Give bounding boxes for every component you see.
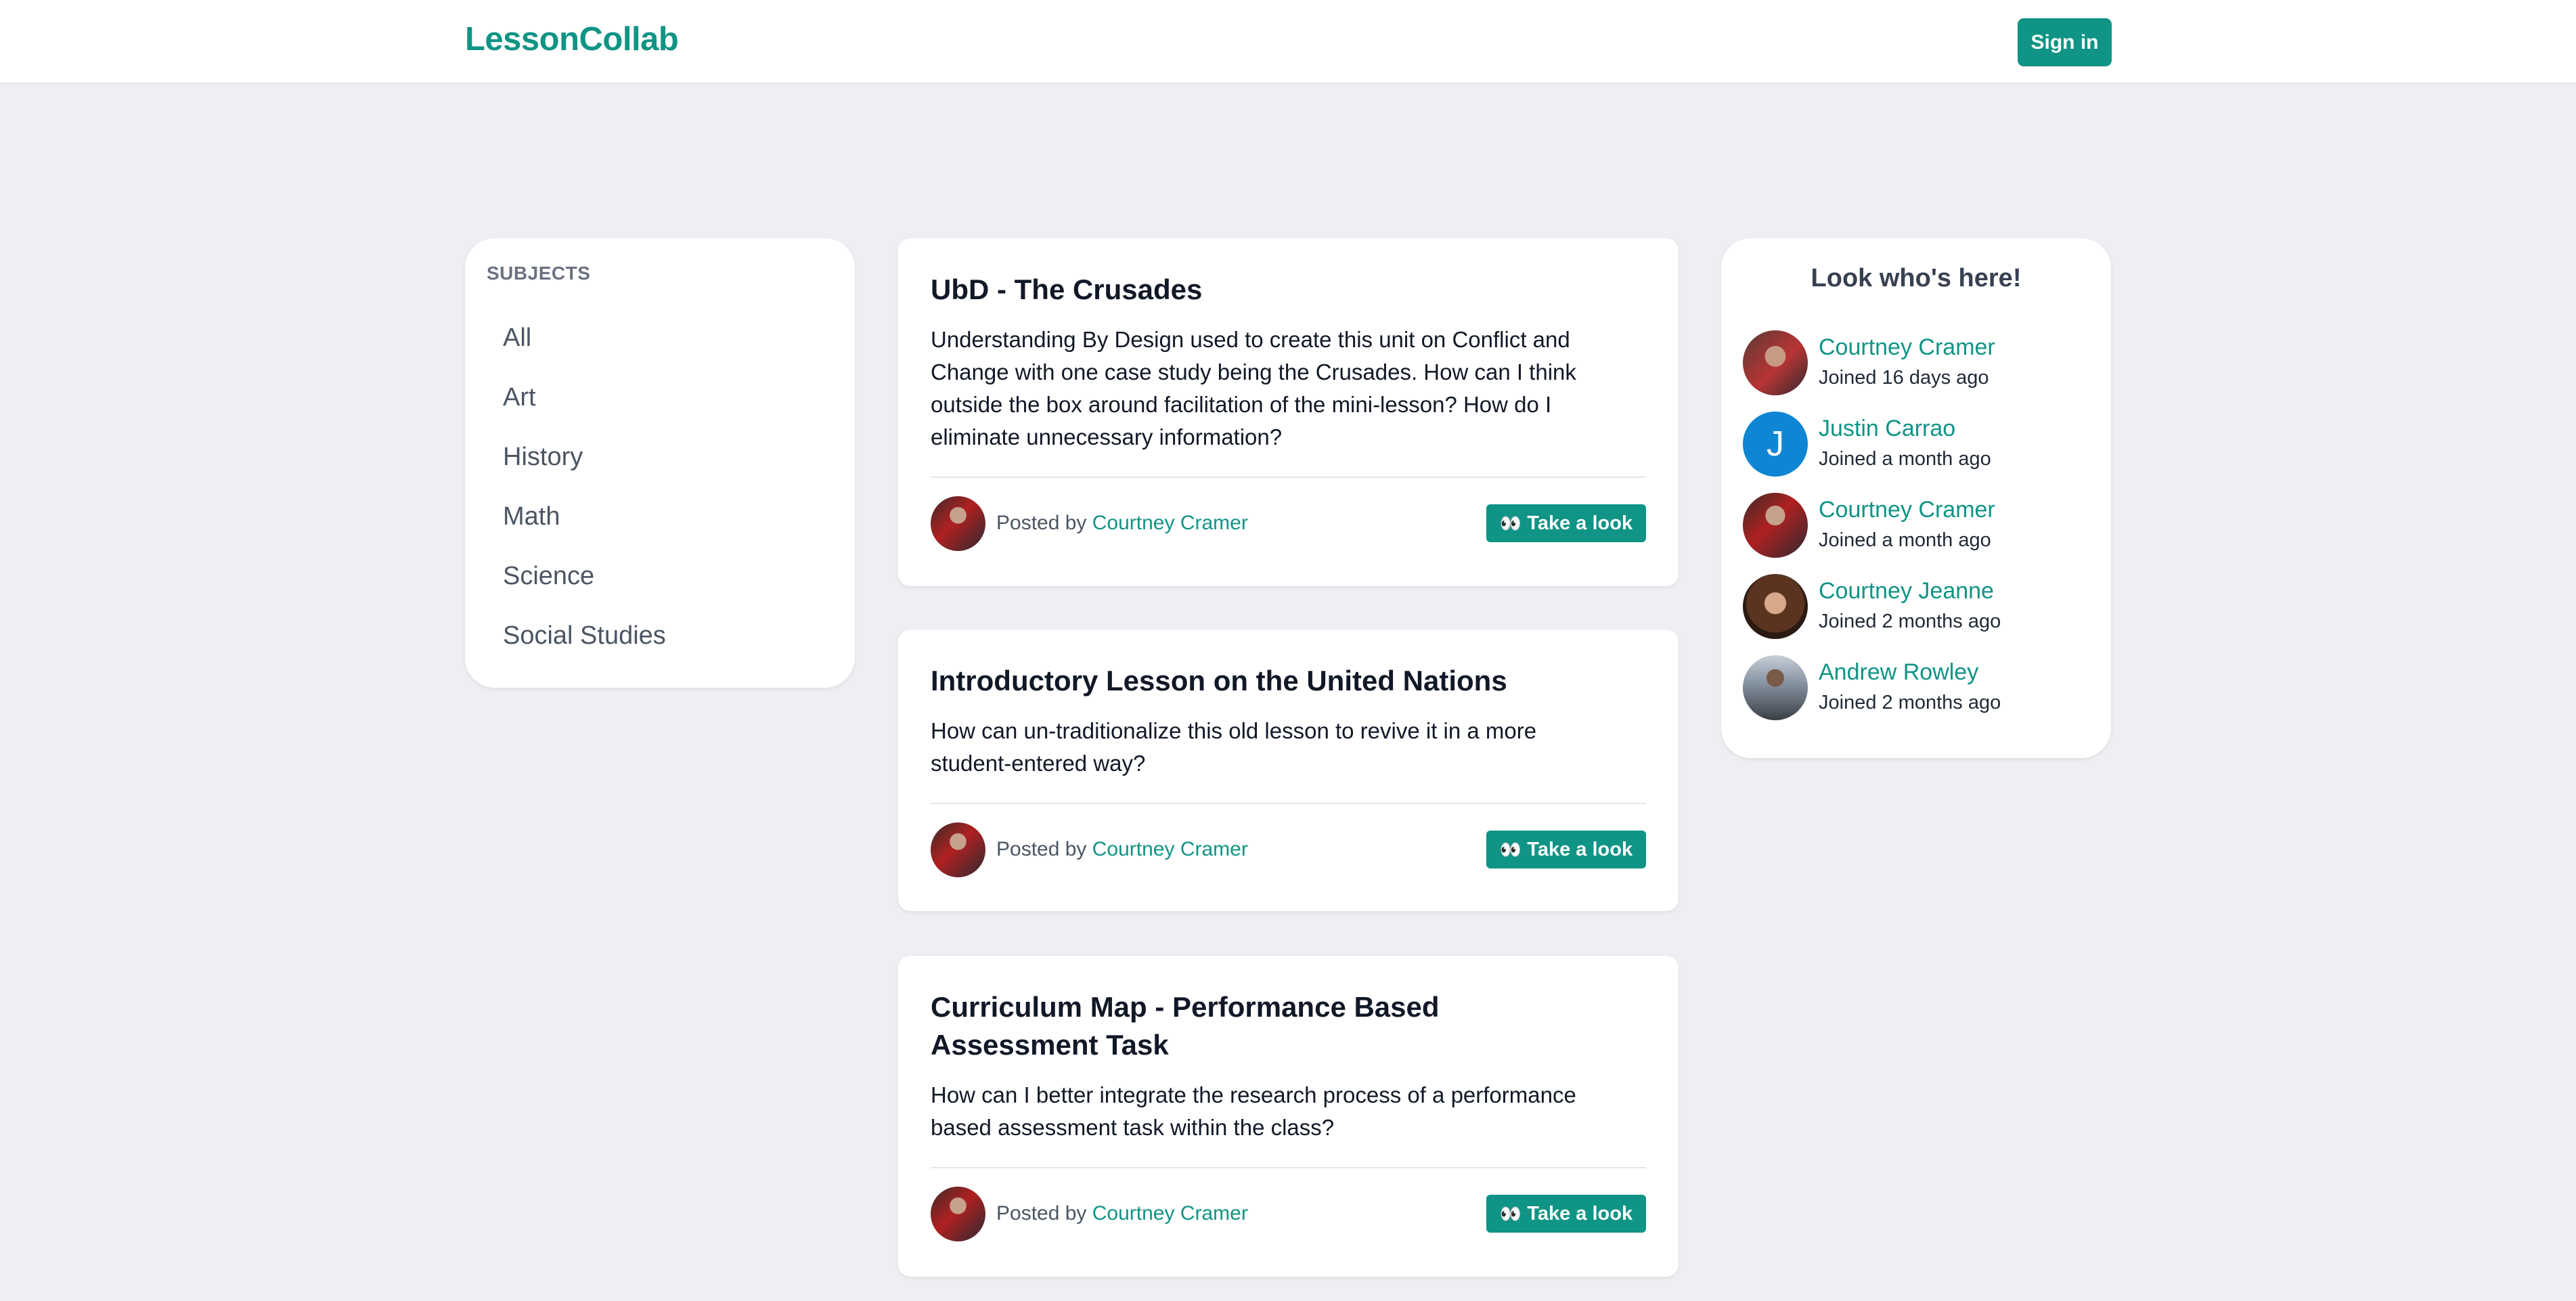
take-a-look-button[interactable]: 👀 Take a look <box>1486 831 1646 868</box>
member-joined-text: Joined 16 days ago <box>1819 367 1989 389</box>
post-divider <box>931 1167 1646 1168</box>
take-a-look-label: Take a look <box>1527 512 1633 534</box>
member-name-link[interactable]: Courtney Cramer <box>1819 334 1995 361</box>
member-avatar[interactable] <box>1743 574 1808 639</box>
eyes-icon: 👀 <box>1499 839 1522 860</box>
subjects-heading: SUBJECTS <box>487 263 591 284</box>
eyes-icon: 👀 <box>1499 512 1522 533</box>
member-avatar[interactable]: J <box>1743 412 1808 477</box>
post-description: Understanding By Design used to create t… <box>931 327 1576 449</box>
member-name-link[interactable]: Andrew Rowley <box>1819 659 1978 686</box>
posted-by-label: Posted by <box>996 1202 1087 1225</box>
posted-by-line: Posted by Courtney Cramer <box>996 838 1248 861</box>
member-name-link[interactable]: Justin Carrao <box>1819 416 1955 442</box>
member-avatar[interactable] <box>1743 330 1808 395</box>
top-navbar: LessonCollab Sign in <box>0 0 2576 84</box>
subjects-sidebar: SUBJECTS All Art History Math Science So… <box>465 238 855 688</box>
take-a-look-button[interactable]: 👀 Take a look <box>1486 504 1646 542</box>
author-avatar <box>931 822 985 877</box>
subject-item-history[interactable]: History <box>503 443 583 472</box>
member-name-link[interactable]: Courtney Cramer <box>1819 497 1995 523</box>
member-joined-text: Joined a month ago <box>1819 529 1991 551</box>
subject-item-science[interactable]: Science <box>503 562 594 591</box>
member-joined-text: Joined a month ago <box>1819 448 1991 470</box>
member-avatar[interactable] <box>1743 493 1808 558</box>
subject-item-art[interactable]: Art <box>503 383 536 412</box>
posted-by-line: Posted by Courtney Cramer <box>996 1202 1248 1225</box>
post-divider <box>931 803 1646 804</box>
panel-title: Look who's here! <box>1811 264 2022 292</box>
take-a-look-label: Take a look <box>1527 838 1633 860</box>
post-title[interactable]: Introductory Lesson on the United Nation… <box>931 662 1611 700</box>
member-joined-text: Joined 2 months ago <box>1819 611 2001 632</box>
take-a-look-label: Take a look <box>1527 1202 1633 1225</box>
subject-item-all[interactable]: All <box>503 324 531 353</box>
take-a-look-button[interactable]: 👀 Take a look <box>1486 1195 1646 1233</box>
post-title[interactable]: Curriculum Map - Performance Based Asses… <box>931 988 1611 1064</box>
member-joined-text: Joined 2 months ago <box>1819 692 2001 713</box>
author-link[interactable]: Courtney Cramer <box>1092 1202 1248 1225</box>
author-avatar <box>931 1187 985 1241</box>
subject-item-math[interactable]: Math <box>503 502 560 531</box>
subject-item-social-studies[interactable]: Social Studies <box>503 621 666 650</box>
posted-by-line: Posted by Courtney Cramer <box>996 512 1248 535</box>
post-title[interactable]: UbD - The Crusades <box>931 271 1611 309</box>
posted-by-label: Posted by <box>996 512 1087 534</box>
post-card: Curriculum Map - Performance Based Asses… <box>898 956 1679 1277</box>
posted-by-label: Posted by <box>996 838 1087 860</box>
eyes-icon: 👀 <box>1499 1203 1522 1224</box>
author-avatar <box>931 496 985 551</box>
post-card: UbD - The Crusades Understanding By Desi… <box>898 238 1679 586</box>
post-description: How can I better integrate the research … <box>931 1082 1576 1140</box>
member-name-link[interactable]: Courtney Jeanne <box>1819 578 1994 604</box>
post-card: Introductory Lesson on the United Nation… <box>898 630 1679 911</box>
sign-in-button[interactable]: Sign in <box>2018 18 2112 66</box>
post-description: How can un-traditionalize this old lesso… <box>931 718 1537 776</box>
member-avatar[interactable] <box>1743 655 1808 720</box>
author-link[interactable]: Courtney Cramer <box>1092 512 1248 534</box>
post-divider <box>931 477 1646 478</box>
author-link[interactable]: Courtney Cramer <box>1092 838 1248 860</box>
look-whos-here-panel: Look who's here! Courtney Cramer Joined … <box>1721 238 2111 758</box>
app-logo[interactable]: LessonCollab <box>465 20 679 58</box>
